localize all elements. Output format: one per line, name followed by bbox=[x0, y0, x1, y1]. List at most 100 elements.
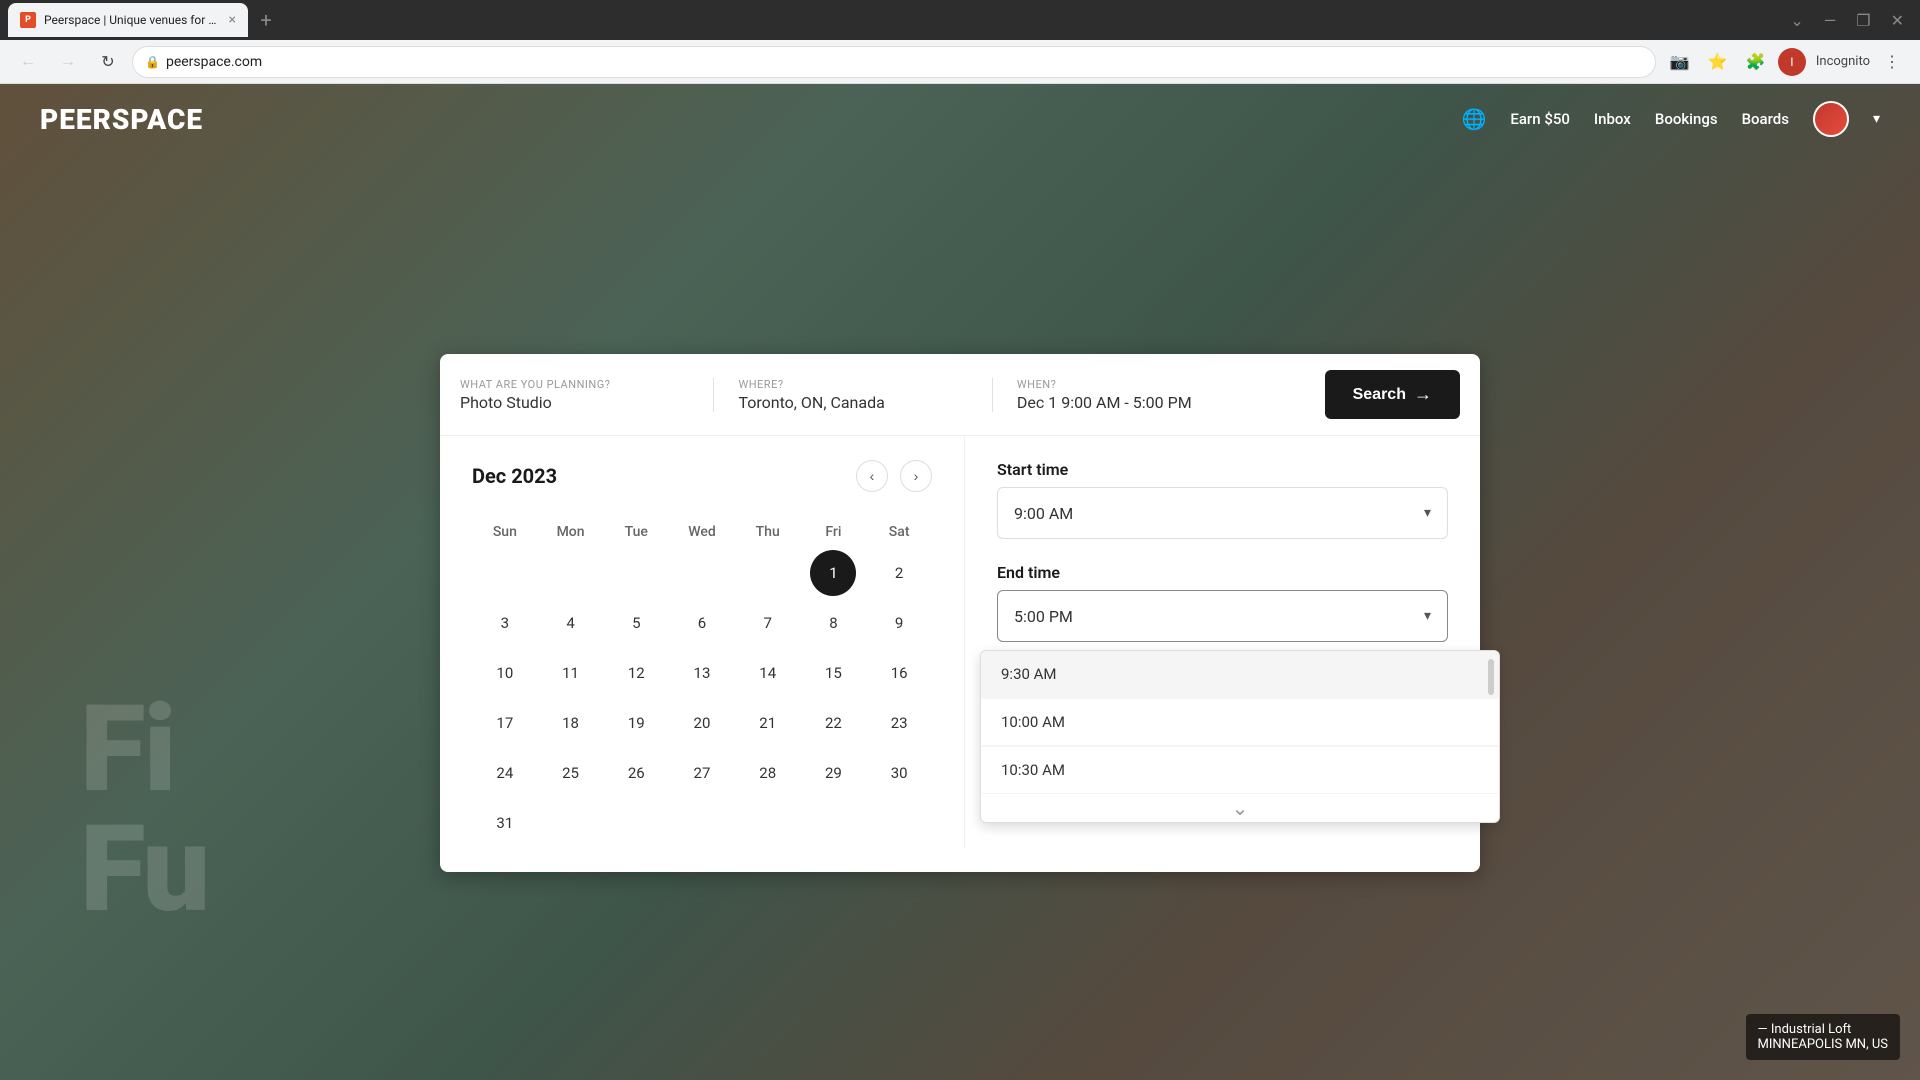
earn-link[interactable]: Earn $50 bbox=[1510, 110, 1570, 128]
search-button[interactable]: Search → bbox=[1325, 370, 1460, 419]
tab-close-button[interactable]: × bbox=[229, 12, 236, 28]
calendar-day-31[interactable]: 31 bbox=[482, 800, 528, 846]
peerspace-logo[interactable]: PEERSPACE bbox=[40, 103, 203, 136]
calendar-day-29[interactable]: 29 bbox=[810, 750, 856, 796]
start-time-chevron-icon: ▾ bbox=[1424, 505, 1431, 521]
calendar-day-10[interactable]: 10 bbox=[482, 650, 528, 696]
calendar-day-16[interactable]: 16 bbox=[876, 650, 922, 696]
window-minimize-button[interactable]: — bbox=[1816, 7, 1845, 34]
navbar-right: 🌐 Earn $50 Inbox Bookings Boards ▾ bbox=[1461, 101, 1880, 137]
calendar-day-4[interactable]: 4 bbox=[548, 600, 594, 646]
refresh-button[interactable]: ↻ bbox=[92, 46, 124, 78]
calendar-day-14[interactable]: 14 bbox=[745, 650, 791, 696]
calendar-day-12[interactable]: 12 bbox=[613, 650, 659, 696]
window-controls: ⌄ — ❐ ✕ bbox=[1782, 7, 1912, 34]
toolbar-right: 📷 ⭐ 🧩 I Incognito ⋮ bbox=[1664, 46, 1908, 78]
search-arrow-icon: → bbox=[1414, 384, 1432, 405]
dropdown-item-1030am[interactable]: 10:30 AM bbox=[981, 746, 1499, 794]
calendar-day-30[interactable]: 30 bbox=[876, 750, 922, 796]
calendar-day-26[interactable]: 26 bbox=[613, 750, 659, 796]
calendar-day-empty bbox=[679, 550, 725, 596]
inbox-link[interactable]: Inbox bbox=[1594, 110, 1631, 128]
hero-background-text: Fi Fu bbox=[80, 690, 208, 930]
search-button-label: Search bbox=[1353, 386, 1406, 404]
start-time-value: 9:00 AM bbox=[1014, 504, 1073, 523]
calendar-day-1[interactable]: 1 bbox=[810, 550, 856, 596]
calendar-day-24[interactable]: 24 bbox=[482, 750, 528, 796]
when-field[interactable]: When? Dec 1 9:00 AM - 5:00 PM bbox=[993, 378, 1309, 412]
back-button[interactable]: ← bbox=[12, 46, 44, 78]
bookings-link[interactable]: Bookings bbox=[1655, 110, 1718, 128]
calendar-day-6[interactable]: 6 bbox=[679, 600, 725, 646]
calendar-day-17[interactable]: 17 bbox=[482, 700, 528, 746]
dropdown-scrollbar[interactable] bbox=[1487, 655, 1495, 790]
planning-field[interactable]: What are you planning? Photo Studio bbox=[460, 378, 714, 412]
calendar-day-2[interactable]: 2 bbox=[876, 550, 922, 596]
start-time-label: Start time bbox=[997, 460, 1448, 479]
dropdown-items-container: 9:30 AM 10:00 AM 10:30 AM bbox=[981, 651, 1499, 794]
calendar-grid: Sun Mon Tue Wed Thu Fri Sat 1 2 3 4 5 6 bbox=[472, 516, 932, 848]
language-globe-icon[interactable]: 🌐 bbox=[1461, 107, 1486, 131]
browser-tabs: P Peerspace | Unique venues for m... × +… bbox=[0, 0, 1920, 40]
dropdown-item-930am[interactable]: 9:30 AM bbox=[981, 651, 1499, 698]
end-time-section: End time 5:00 PM ▾ bbox=[997, 563, 1448, 642]
window-maximize-button[interactable]: ❐ bbox=[1848, 7, 1878, 34]
calendar-day-25[interactable]: 25 bbox=[548, 750, 594, 796]
calendar-day-28[interactable]: 28 bbox=[745, 750, 791, 796]
calendar-day-22[interactable]: 22 bbox=[810, 700, 856, 746]
calendar-day-empty bbox=[876, 800, 922, 846]
calendar-month-year: Dec 2023 bbox=[472, 464, 844, 488]
extensions-icon[interactable]: 🧩 bbox=[1740, 46, 1772, 78]
start-time-select[interactable]: 9:00 AM ▾ bbox=[997, 487, 1448, 539]
calendar-day-15[interactable]: 15 bbox=[810, 650, 856, 696]
window-collapse-button[interactable]: ⌄ bbox=[1782, 7, 1811, 34]
calendar-day-20[interactable]: 20 bbox=[679, 700, 725, 746]
calendar-day-27[interactable]: 27 bbox=[679, 750, 725, 796]
end-time-label: End time bbox=[997, 563, 1448, 582]
user-avatar[interactable] bbox=[1813, 101, 1849, 137]
calendar-day-empty bbox=[679, 800, 725, 846]
calendar-next-button[interactable]: › bbox=[900, 460, 932, 492]
search-bar: What are you planning? Photo Studio Wher… bbox=[440, 354, 1480, 436]
camera-off-icon[interactable]: 📷 bbox=[1664, 46, 1696, 78]
calendar-day-19[interactable]: 19 bbox=[613, 700, 659, 746]
dow-fri: Fri bbox=[801, 516, 867, 548]
boards-link[interactable]: Boards bbox=[1742, 110, 1789, 128]
calendar-day-11[interactable]: 11 bbox=[548, 650, 594, 696]
dow-tue: Tue bbox=[603, 516, 669, 548]
calendar-day-7[interactable]: 7 bbox=[745, 600, 791, 646]
calendar-day-empty bbox=[613, 550, 659, 596]
calendar-day-empty bbox=[745, 550, 791, 596]
calendar-day-3[interactable]: 3 bbox=[482, 600, 528, 646]
planning-label: What are you planning? bbox=[460, 378, 689, 391]
calendar-day-13[interactable]: 13 bbox=[679, 650, 725, 696]
end-time-select[interactable]: 5:00 PM ▾ bbox=[997, 590, 1448, 642]
calendar-panel: Dec 2023 ‹ › Clear Sun Mon Tue Wed Thu F… bbox=[440, 436, 964, 848]
profile-icon[interactable]: I bbox=[1778, 48, 1806, 76]
calendar-day-21[interactable]: 21 bbox=[745, 700, 791, 746]
dropdown-item-1000am[interactable]: 10:00 AM bbox=[981, 698, 1499, 746]
avatar-dropdown-chevron[interactable]: ▾ bbox=[1873, 111, 1880, 127]
new-tab-button[interactable]: + bbox=[252, 6, 280, 34]
window-close-button[interactable]: ✕ bbox=[1883, 7, 1912, 34]
calendar-day-23[interactable]: 23 bbox=[876, 700, 922, 746]
hero-text-line1: Fi bbox=[80, 690, 208, 810]
where-value: Toronto, ON, Canada bbox=[738, 393, 967, 412]
calendar-prev-button[interactable]: ‹ bbox=[856, 460, 888, 492]
active-tab[interactable]: P Peerspace | Unique venues for m... × bbox=[8, 3, 248, 37]
calendar-day-empty bbox=[548, 800, 594, 846]
calendar-day-empty bbox=[548, 550, 594, 596]
where-field[interactable]: Where? Toronto, ON, Canada bbox=[714, 378, 992, 412]
bookmark-icon[interactable]: ⭐ bbox=[1702, 46, 1734, 78]
calendar-day-5[interactable]: 5 bbox=[613, 600, 659, 646]
calendar-day-9[interactable]: 9 bbox=[876, 600, 922, 646]
calendar-day-18[interactable]: 18 bbox=[548, 700, 594, 746]
end-time-chevron-icon: ▾ bbox=[1424, 608, 1431, 624]
address-bar[interactable]: 🔒 peerspace.com bbox=[132, 46, 1656, 78]
calendar-day-8[interactable]: 8 bbox=[810, 600, 856, 646]
browser-toolbar: ← → ↻ 🔒 peerspace.com 📷 ⭐ 🧩 I Incognito … bbox=[0, 40, 1920, 84]
when-label: When? bbox=[1017, 378, 1285, 391]
more-options-icon[interactable]: ⋮ bbox=[1876, 46, 1908, 78]
calendar-day-empty bbox=[810, 800, 856, 846]
forward-button[interactable]: → bbox=[52, 46, 84, 78]
